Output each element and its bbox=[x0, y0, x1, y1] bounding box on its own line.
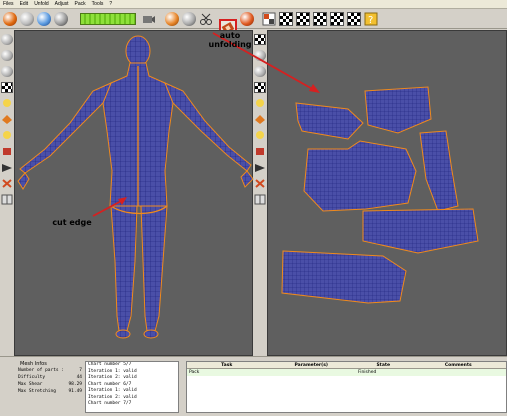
checker-icon-2[interactable] bbox=[296, 12, 310, 26]
col-state[interactable]: State bbox=[356, 362, 411, 368]
triangle-icon[interactable] bbox=[1, 162, 13, 173]
mesh-stats: Number of parts :7 Difficulty 44 Max Shea… bbox=[18, 367, 82, 395]
svg-text:?: ? bbox=[368, 15, 373, 26]
cut-edge-label: cut edge bbox=[52, 218, 92, 227]
col-task[interactable]: Task bbox=[187, 362, 267, 368]
left-tool-strip bbox=[0, 30, 14, 356]
menu-files[interactable]: Files bbox=[3, 0, 14, 9]
scissors-icon[interactable] bbox=[199, 12, 213, 26]
checker-icon-1[interactable] bbox=[279, 12, 293, 26]
stat-row: Number of parts :7 bbox=[18, 368, 82, 373]
bottom-panel: Mesh Infos Number of parts :7 Difficulty… bbox=[0, 356, 507, 416]
col-parameters[interactable]: Parameter(s) bbox=[267, 362, 356, 368]
pack-icon[interactable] bbox=[262, 12, 276, 26]
progress-bar bbox=[80, 13, 136, 25]
log-panel[interactable]: Chart number 5/7 Iteration 1: valid Iter… bbox=[85, 361, 179, 413]
uv-orange-icon[interactable] bbox=[254, 114, 266, 125]
view-sphere-icon-1[interactable] bbox=[1, 34, 13, 45]
uv-triangle-icon[interactable] bbox=[254, 162, 266, 173]
menu-pack[interactable]: Pack bbox=[75, 0, 86, 9]
uv-viewport[interactable] bbox=[212, 30, 507, 356]
checker-icon-4[interactable] bbox=[330, 12, 344, 26]
watermark-en: ZF3D.COM bbox=[445, 398, 493, 407]
checker-icon-5[interactable] bbox=[347, 12, 361, 26]
sphere-grey-icon[interactable] bbox=[20, 12, 34, 26]
orange-tool-icon[interactable] bbox=[1, 114, 13, 125]
log-line: Chart number 7/7 bbox=[88, 401, 132, 406]
uv-x-icon[interactable] bbox=[254, 178, 266, 189]
menu-adjust[interactable]: Adjust bbox=[55, 0, 69, 9]
light-bulb-icon[interactable] bbox=[1, 98, 13, 109]
sphere-edge-icon[interactable] bbox=[182, 12, 196, 26]
sphere-blue-icon[interactable] bbox=[37, 12, 51, 26]
menu-unfold[interactable]: Unfold bbox=[34, 0, 48, 9]
view-sphere-icon-3[interactable] bbox=[1, 66, 13, 77]
checker-icon-3[interactable] bbox=[313, 12, 327, 26]
uv-bulb-icon-2[interactable] bbox=[254, 130, 266, 141]
relax-icon[interactable] bbox=[240, 12, 254, 26]
col-comments[interactable]: Comments bbox=[411, 362, 506, 368]
menu-tools[interactable]: Tools bbox=[92, 0, 104, 9]
x-icon[interactable] bbox=[1, 178, 13, 189]
auto-unfolding-label: auto unfolding bbox=[208, 31, 252, 49]
toolbar: ? bbox=[0, 9, 507, 37]
task-header: Task Parameter(s) State Comments bbox=[187, 362, 506, 369]
tool-icon-3[interactable] bbox=[1, 146, 13, 157]
stat-row: Difficulty 44 bbox=[18, 375, 82, 380]
menu-bar: Files Edit Unfold Adjust Pack Tools ? bbox=[0, 0, 507, 9]
menu-edit[interactable]: Edit bbox=[20, 0, 29, 9]
sphere-orange-icon[interactable] bbox=[3, 12, 17, 26]
checker-toggle-icon[interactable] bbox=[1, 82, 13, 93]
sphere-dark-icon[interactable] bbox=[54, 12, 68, 26]
uv-grid-icon[interactable] bbox=[254, 194, 266, 205]
light-bulb-icon-2[interactable] bbox=[1, 130, 13, 141]
view-sphere-icon-2[interactable] bbox=[1, 50, 13, 61]
watermark: 朱峰社区 ZF3D.COM bbox=[361, 374, 501, 414]
uv-red-icon[interactable] bbox=[254, 146, 266, 157]
grid-tool-icon[interactable] bbox=[1, 194, 13, 205]
task-parameters bbox=[267, 369, 356, 376]
stat-row: Max Stretching 91.49 bbox=[18, 389, 82, 394]
camera-icon[interactable] bbox=[142, 12, 156, 26]
stat-row: Max Shear 98.29 bbox=[18, 382, 82, 387]
menu-help[interactable]: ? bbox=[109, 0, 112, 9]
help-icon[interactable]: ? bbox=[364, 12, 378, 26]
watermark-logo-icon bbox=[365, 377, 399, 411]
task-name: Pack bbox=[189, 370, 200, 375]
sphere-select-icon[interactable] bbox=[165, 12, 179, 26]
